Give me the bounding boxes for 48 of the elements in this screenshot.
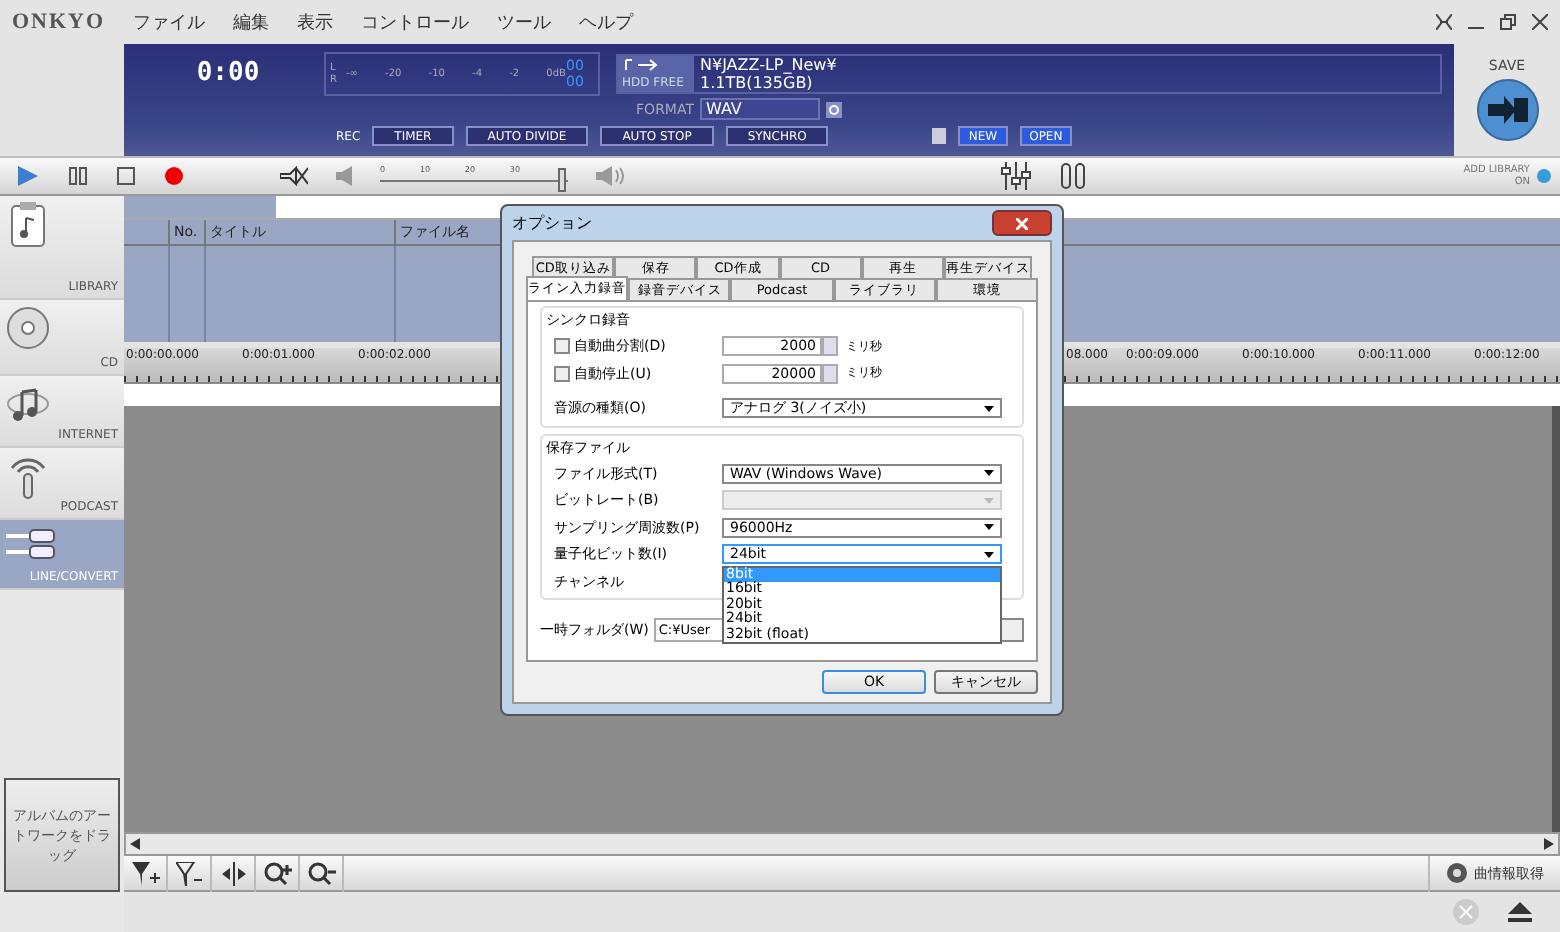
menu-item[interactable]: ファイル — [133, 9, 206, 35]
stop-icon[interactable] — [116, 166, 136, 186]
app-logo: ONKYO — [12, 10, 106, 34]
speaker-icon — [336, 166, 352, 186]
zoom-out-icon — [307, 861, 335, 885]
folder-path: N¥JAZZ-LP_New¥ — [698, 55, 839, 74]
volume-thumb[interactable] — [558, 167, 567, 191]
restore-icon[interactable] — [1500, 14, 1516, 30]
close-icon — [1016, 217, 1028, 229]
caret-icon — [984, 497, 994, 503]
refresh-icon[interactable] — [826, 101, 842, 118]
play-icon[interactable] — [16, 166, 40, 186]
split-arrows-icon — [219, 861, 247, 885]
menu-item[interactable]: ツール — [497, 9, 552, 35]
tools-icon[interactable] — [1059, 162, 1088, 190]
scroll-right-icon[interactable] — [1544, 838, 1554, 850]
checkbox-box[interactable] — [554, 365, 570, 381]
menu-item[interactable]: コントロール — [361, 9, 470, 35]
hdd-free-value: 1.1TB(135GB) — [698, 73, 813, 92]
pause-icon[interactable] — [68, 166, 88, 186]
compact-icon[interactable] — [1436, 14, 1452, 30]
caret-icon — [984, 524, 994, 530]
close-icon[interactable] — [1532, 14, 1548, 30]
eject-icon[interactable] — [1508, 902, 1532, 922]
search-disc-icon — [1446, 862, 1468, 884]
record-icon[interactable] — [164, 166, 184, 186]
disc-icon — [6, 304, 50, 352]
time-display: 0:00 — [194, 58, 262, 89]
menu-item[interactable]: 編集 — [233, 9, 270, 35]
mute-icon[interactable] — [280, 166, 308, 186]
close-button[interactable] — [992, 210, 1052, 236]
marker-plus-icon — [131, 861, 159, 885]
save-icon[interactable] — [1475, 78, 1539, 142]
document-icon[interactable] — [932, 128, 947, 145]
speaker-loud-icon — [596, 166, 624, 186]
caret-icon — [984, 470, 994, 476]
clipboard-icon — [6, 200, 50, 248]
format-field: WAV — [700, 98, 820, 121]
equalizer-icon[interactable] — [999, 162, 1032, 190]
horizontal-scrollbar[interactable] — [124, 832, 1560, 856]
caret-icon — [984, 551, 994, 557]
scroll-left-icon[interactable] — [130, 838, 140, 850]
zoom-in-icon — [263, 861, 291, 885]
checkbox-box[interactable] — [554, 338, 570, 354]
dialog-title: オプション — [512, 212, 592, 234]
menu-item[interactable]: ヘルプ — [579, 9, 634, 35]
marker-minus-icon — [175, 861, 203, 885]
menu-item[interactable]: 表示 — [297, 9, 334, 35]
